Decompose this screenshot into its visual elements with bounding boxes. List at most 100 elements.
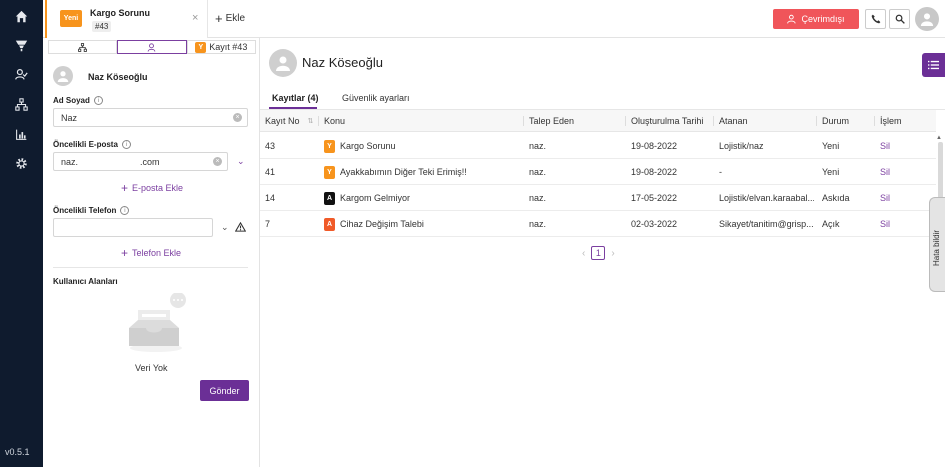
search-button[interactable]: [889, 9, 910, 29]
cell-created: 19-08-2022: [631, 141, 678, 151]
phone-button[interactable]: [865, 9, 886, 29]
tab-record-label: Kayıt #43: [209, 42, 248, 52]
cell-assignee: Sikayet/tanitim@grisp...: [719, 219, 814, 229]
table-row[interactable]: 7 A Cihaz Değişim Talebi naz. 02-03-2022 …: [260, 211, 936, 237]
search-icon: [895, 14, 905, 24]
email-field-label-text: Öncelikli E-posta: [53, 140, 118, 149]
tab-records[interactable]: Kayıtlar (4): [272, 93, 319, 103]
clear-icon[interactable]: ×: [213, 157, 222, 166]
add-tab-label: Ekle: [225, 13, 246, 24]
cell-subject[interactable]: A Kargom Gelmiyor: [324, 185, 410, 211]
cell-assignee: -: [719, 167, 722, 177]
offline-status-button[interactable]: Çevrimdışı: [773, 9, 859, 29]
prev-page-button[interactable]: ‹: [582, 248, 585, 259]
add-email-button[interactable]: + E-posta Ekle: [121, 181, 183, 195]
delete-link[interactable]: Sil: [880, 185, 890, 211]
contact-panel: Y Kayıt #43 Naz Köseoğlu Ad Soyad i Naz …: [43, 38, 260, 467]
column-header-status[interactable]: Durum: [822, 110, 849, 132]
cell-requester: naz.: [529, 141, 547, 151]
cell-assignee: Lojistik/elvan.karaabal...: [719, 193, 814, 203]
tab-record[interactable]: Y Kayıt #43: [186, 40, 256, 54]
scroll-up-arrow[interactable]: ▲: [936, 135, 942, 141]
report-bug-button[interactable]: Hata bildir: [929, 197, 945, 292]
status-badge: Yeni: [60, 10, 82, 27]
column-separator: [874, 116, 875, 126]
table-row[interactable]: 41 Y Ayakkabımın Diğer Teki Erimiş!! naz.…: [260, 159, 936, 185]
cell-requester: naz.: [529, 193, 547, 203]
delete-link[interactable]: Sil: [880, 159, 890, 185]
page-button-current[interactable]: 1: [591, 246, 606, 260]
column-header-action[interactable]: İşlem: [880, 110, 902, 132]
cell-created: 02-03-2022: [631, 219, 678, 229]
tab-organization[interactable]: [48, 40, 118, 54]
page-title: Naz Köseoğlu: [302, 55, 383, 70]
table-row[interactable]: 14 A Kargom Gelmiyor naz. 17-05-2022 Loji…: [260, 185, 936, 211]
name-input-value: Naz: [61, 112, 78, 123]
next-page-button[interactable]: ›: [611, 248, 614, 259]
funnel-icon[interactable]: [11, 36, 31, 54]
home-icon[interactable]: [11, 7, 31, 25]
ticket-tab-title: Kargo Sorunu: [90, 8, 150, 18]
column-header-assignee[interactable]: Atanan: [719, 110, 748, 132]
user-avatar[interactable]: [915, 7, 939, 31]
column-header-subject[interactable]: Konu: [324, 110, 345, 132]
ticket-tab[interactable]: Yeni Kargo Sorunu #43 ×: [45, 0, 208, 38]
column-header-requester[interactable]: Talep Eden: [529, 110, 574, 132]
cell-subject-text: Ayakkabımın Diğer Teki Erimiş!!: [340, 167, 467, 177]
info-icon[interactable]: i: [93, 96, 103, 105]
gear-icon[interactable]: [11, 154, 31, 172]
column-header-created[interactable]: Oluşturulma Tarihi: [631, 110, 703, 132]
email-field-label: Öncelikli E-posta i: [53, 140, 131, 149]
column-separator: [318, 116, 319, 126]
tab-person[interactable]: [117, 40, 187, 54]
user-icon: [920, 13, 934, 26]
cell-assignee: Lojistik/naz: [719, 141, 764, 151]
type-badge: Y: [324, 165, 335, 179]
chevron-down-icon[interactable]: ⌄: [237, 156, 245, 167]
name-input[interactable]: Naz: [53, 108, 248, 127]
cell-subject[interactable]: Y Kargo Sorunu: [324, 133, 396, 159]
phone-field[interactable]: [53, 218, 213, 237]
plus-icon: +: [121, 181, 129, 195]
info-icon[interactable]: i: [121, 140, 131, 149]
record-type-badge: Y: [195, 41, 207, 53]
cell-status: Yeni: [822, 167, 840, 177]
empty-inbox-icon: [129, 293, 186, 352]
clear-icon[interactable]: ×: [233, 113, 242, 122]
column-separator: [625, 116, 626, 126]
list-icon: [928, 60, 939, 70]
cell-status: Askıda: [822, 193, 850, 203]
list-menu-button[interactable]: [922, 53, 945, 77]
cell-subject[interactable]: Y Ayakkabımın Diğer Teki Erimiş!!: [324, 159, 467, 185]
offline-status-label: Çevrimdışı: [801, 14, 845, 24]
column-separator: [523, 116, 524, 126]
email-field[interactable]: naz. .com: [53, 152, 228, 171]
name-field-label-text: Ad Soyad: [53, 96, 90, 105]
table-row[interactable]: 43 Y Kargo Sorunu naz. 19-08-2022 Lojisti…: [260, 133, 936, 159]
add-tab-button[interactable]: + Ekle: [215, 12, 246, 25]
type-badge: A: [324, 217, 335, 231]
app-root: v0.5.1 Yeni Kargo Sorunu #43 × + Ekle Çe…: [0, 0, 945, 467]
cell-requester: naz.: [529, 219, 547, 229]
cell-no: 41: [265, 167, 276, 177]
sort-icon[interactable]: ⇅: [308, 117, 314, 125]
phone-icon: [871, 14, 880, 24]
chart-icon[interactable]: [11, 125, 31, 143]
chevron-down-icon[interactable]: ⌄: [221, 222, 229, 233]
email-value-user: naz.: [61, 156, 79, 167]
close-icon[interactable]: ×: [192, 12, 198, 24]
scrollbar[interactable]: [938, 142, 943, 202]
person-name: Naz Köseoğlu: [88, 72, 148, 82]
tab-security-settings[interactable]: Güvenlik ayarları: [342, 93, 410, 103]
delete-link[interactable]: Sil: [880, 133, 890, 159]
cell-subject-text: Cihaz Değişim Talebi: [340, 219, 424, 229]
warning-icon[interactable]: [235, 222, 246, 232]
sitemap-icon[interactable]: [11, 95, 31, 113]
info-icon[interactable]: i: [120, 206, 130, 215]
delete-link[interactable]: Sil: [880, 211, 890, 237]
cell-subject[interactable]: A Cihaz Değişim Talebi: [324, 211, 424, 237]
column-header-no[interactable]: Kayıt No ⇅: [265, 110, 313, 132]
send-button[interactable]: Gönder: [200, 380, 249, 401]
add-phone-button[interactable]: + Telefon Ekle: [121, 247, 181, 259]
users-icon[interactable]: [11, 65, 31, 83]
